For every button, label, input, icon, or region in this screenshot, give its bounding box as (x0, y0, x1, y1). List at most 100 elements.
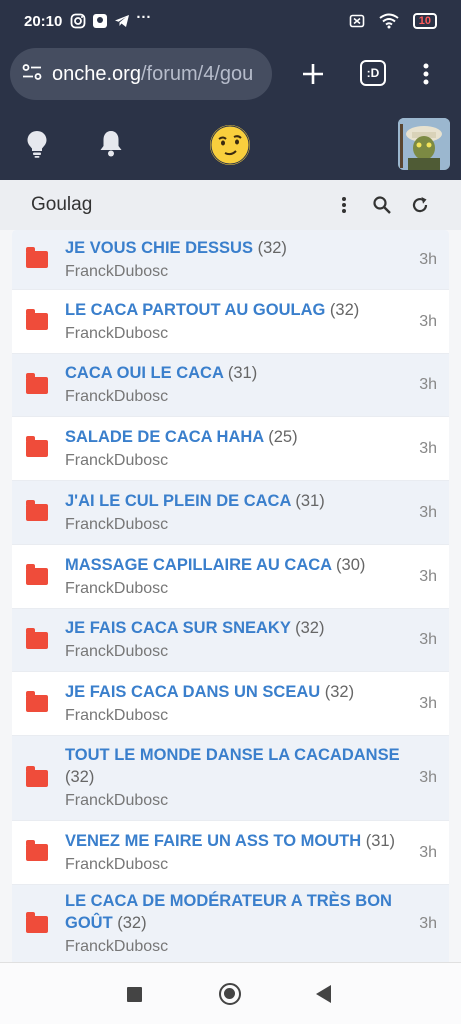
topic-reply-count: (32) (257, 238, 287, 257)
folder-icon (26, 840, 48, 861)
topic-author[interactable]: FranckDubosc (65, 705, 413, 727)
site-settings-icon[interactable] (22, 63, 42, 86)
topic-title[interactable]: JE FAIS CACA SUR SNEAKY (65, 619, 291, 637)
topic-title-link[interactable]: LE CACA DE MODÉRATEUR A TRÈS BON GOÛT (3… (65, 890, 413, 934)
topic-row[interactable]: JE FAIS CACA DANS UN SCEAU (32) FranckDub… (12, 672, 449, 736)
topic-row[interactable]: TOUT LE MONDE DANSE LA CACADANSE (32) Fra… (12, 736, 449, 821)
topic-time: 3h (419, 503, 437, 521)
app-notification-icon (92, 13, 108, 29)
folder-icon (26, 309, 48, 330)
tab-switcher-label: :D (366, 66, 380, 80)
topic-title-link[interactable]: TOUT LE MONDE DANSE LA CACADANSE (32) (65, 744, 413, 788)
topic-row[interactable]: J'AI LE CUL PLEIN DE CACA (31) FranckDubo… (12, 481, 449, 545)
folder-icon (26, 500, 48, 521)
folder-icon (26, 691, 48, 712)
topic-author[interactable]: FranckDubosc (65, 641, 413, 663)
topic-title[interactable]: J'AI LE CUL PLEIN DE CACA (65, 492, 291, 510)
topic-author[interactable]: FranckDubosc (65, 936, 413, 958)
topic-time: 3h (419, 439, 437, 457)
topic-author[interactable]: FranckDubosc (65, 386, 413, 408)
site-header (0, 106, 461, 180)
recent-apps-button[interactable] (127, 987, 142, 1002)
topic-row[interactable]: LE CACA PARTOUT AU GOULAG (32) FranckDubo… (12, 290, 449, 354)
system-navigation-bar (0, 962, 461, 1024)
topic-title-link[interactable]: JE FAIS CACA DANS UN SCEAU (32) (65, 681, 413, 703)
topic-text: LE CACA DE MODÉRATEUR A TRÈS BON GOÛT (3… (65, 886, 413, 962)
address-bar[interactable]: onche.org/forum/4/gou (10, 48, 272, 100)
topic-reply-count: (31) (227, 364, 258, 382)
site-logo-smiley-icon[interactable] (210, 125, 250, 165)
topic-reply-count: (32) (295, 619, 325, 637)
refresh-icon[interactable] (410, 195, 430, 215)
topic-author[interactable]: FranckDubosc (65, 261, 413, 283)
topic-text: JE FAIS CACA SUR SNEAKY (32) FranckDubosc (65, 613, 413, 667)
topic-author[interactable]: FranckDubosc (65, 854, 413, 876)
tab-switcher-button[interactable]: :D (360, 60, 386, 86)
topic-reply-count: (32) (65, 768, 95, 786)
topic-text: J'AI LE CUL PLEIN DE CACA (31) FranckDubo… (65, 486, 413, 540)
topic-author[interactable]: FranckDubosc (65, 514, 413, 536)
topic-row[interactable]: LE CACA DE MODÉRATEUR A TRÈS BON GOÛT (3… (12, 885, 449, 962)
topic-reply-count: (32) (117, 914, 147, 932)
topic-title-link[interactable]: CACA OUI LE CACA (31) (65, 362, 413, 384)
topic-title-link[interactable]: LE CACA PARTOUT AU GOULAG (32) (65, 299, 413, 321)
topic-title-link[interactable]: J'AI LE CUL PLEIN DE CACA (31) (65, 490, 413, 512)
topic-title[interactable]: CACA OUI LE CACA (65, 364, 223, 382)
back-button[interactable] (316, 985, 331, 1003)
topic-title-link[interactable]: VENEZ ME FAIRE UN ASS TO MOUTH (31) (65, 830, 413, 852)
topic-title[interactable]: LE CACA PARTOUT AU GOULAG (65, 301, 325, 319)
topic-time: 3h (419, 694, 437, 712)
folder-icon (26, 627, 48, 649)
topic-title-link[interactable]: MASSAGE CAPILLAIRE AU CACA (30) (65, 554, 413, 576)
folder-icon (26, 765, 48, 787)
topic-time: 3h (419, 250, 437, 268)
topic-author[interactable]: FranckDubosc (65, 578, 413, 600)
topic-title-link[interactable]: SALADE DE CACA HAHA (25) (65, 426, 413, 448)
lightbulb-icon[interactable] (26, 130, 48, 163)
topic-row[interactable]: CACA OUI LE CACA (31) FranckDubosc 3h (12, 354, 449, 417)
folder-icon (26, 911, 48, 933)
topic-time: 3h (419, 376, 437, 393)
topic-author[interactable]: FranckDubosc (65, 450, 413, 472)
folder-icon (26, 564, 48, 585)
topic-reply-count: (25) (268, 427, 298, 446)
topic-row[interactable]: JE FAIS CACA SUR SNEAKY (32) FranckDubosc… (12, 609, 449, 672)
topic-text: SALADE DE CACA HAHA (25) FranckDubosc (65, 422, 413, 476)
topic-time: 3h (419, 915, 437, 932)
topic-time: 3h (419, 567, 437, 585)
topic-title[interactable]: SALADE DE CACA HAHA (65, 428, 264, 446)
user-avatar[interactable] (398, 118, 450, 170)
topic-text: JE VOUS CHIE DESSUS (32) FranckDubosc (65, 233, 413, 287)
topic-author[interactable]: FranckDubosc (65, 790, 413, 812)
topic-title[interactable]: VENEZ ME FAIRE UN ASS TO MOUTH (65, 832, 361, 850)
url-host: onche.org (52, 62, 141, 85)
status-time: 20:10 (24, 12, 63, 30)
forum-options-icon[interactable] (334, 195, 354, 215)
url-path: /forum/4/gou (140, 62, 254, 85)
notifications-bell-icon[interactable] (99, 129, 123, 162)
topic-text: VENEZ ME FAIRE UN ASS TO MOUTH (31) Franc… (65, 826, 413, 880)
topic-title-link[interactable]: JE FAIS CACA SUR SNEAKY (32) (65, 617, 413, 639)
topic-title[interactable]: LE CACA DE MODÉRATEUR A TRÈS BON GOÛT (65, 892, 392, 932)
topic-reply-count: (32) (324, 682, 355, 701)
topic-reply-count: (31) (365, 831, 396, 850)
topic-title-link[interactable]: JE VOUS CHIE DESSUS (32) (65, 237, 413, 259)
topic-row[interactable]: VENEZ ME FAIRE UN ASS TO MOUTH (31) Franc… (12, 821, 449, 885)
home-button[interactable] (219, 983, 241, 1005)
search-icon[interactable] (372, 195, 392, 215)
topic-row[interactable]: JE VOUS CHIE DESSUS (32) FranckDubosc 3h (12, 230, 449, 290)
topic-row[interactable]: MASSAGE CAPILLAIRE AU CACA (30) FranckDub… (12, 545, 449, 609)
new-tab-button[interactable] (296, 52, 330, 96)
folder-icon (26, 436, 48, 457)
topic-title[interactable]: MASSAGE CAPILLAIRE AU CACA (65, 556, 331, 574)
topic-title[interactable]: TOUT LE MONDE DANSE LA CACADANSE (65, 746, 400, 764)
browser-menu-button[interactable] (416, 54, 436, 94)
topic-list: JE VOUS CHIE DESSUS (32) FranckDubosc 3h LE… (12, 230, 449, 962)
topic-row[interactable]: SALADE DE CACA HAHA (25) FranckDubosc 3h (12, 417, 449, 481)
topic-title[interactable]: JE FAIS CACA DANS UN SCEAU (65, 683, 320, 701)
forum-title: Goulag (31, 194, 93, 215)
topic-text: CACA OUI LE CACA (31) FranckDubosc (65, 358, 413, 412)
topic-author[interactable]: FranckDubosc (65, 323, 413, 345)
browser-toolbar: onche.org/forum/4/gou :D (0, 42, 461, 106)
topic-title[interactable]: JE VOUS CHIE DESSUS (65, 239, 253, 257)
